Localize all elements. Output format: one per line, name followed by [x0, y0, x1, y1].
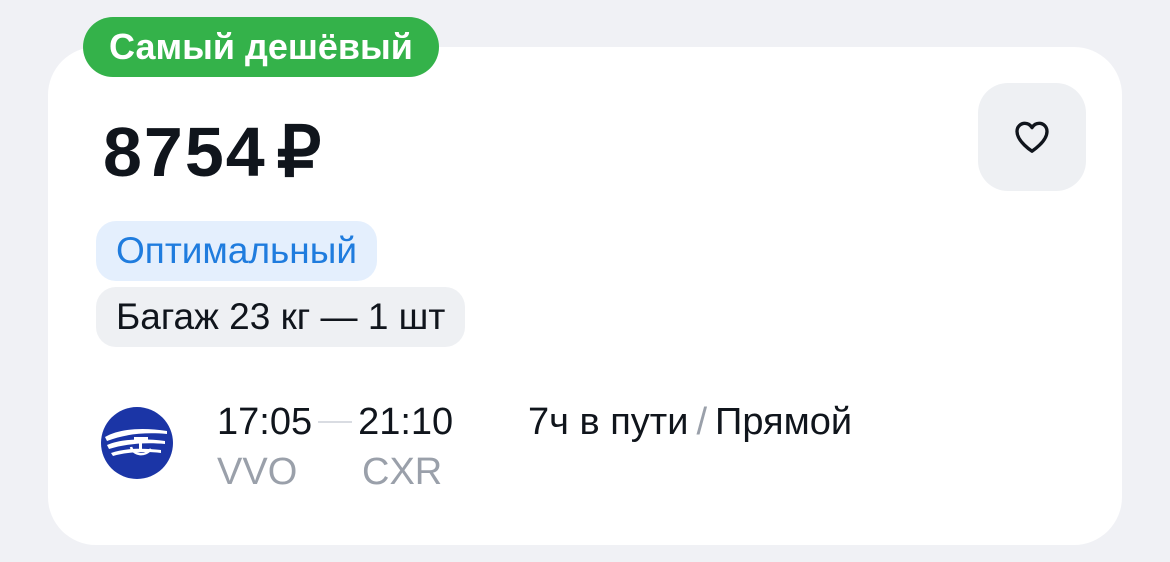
flight-times: 17:05 21:10 [217, 400, 453, 444]
time-divider [318, 421, 353, 423]
price-amount: 8754 [103, 113, 267, 191]
flight-duration: 7ч в пути [528, 401, 689, 443]
ticket-price: 8754 ₽ [103, 112, 321, 192]
departure-time: 17:05 [217, 400, 313, 443]
arrival-time: 21:10 [358, 400, 454, 443]
duration-separator: / [696, 401, 708, 443]
airline-logo-icon [101, 407, 173, 479]
favorite-button[interactable] [978, 83, 1086, 191]
baggage-tag: Багаж 23 кг — 1 шт [96, 287, 466, 347]
tariff-tag: Оптимальный [96, 221, 378, 281]
flight-stops: Прямой [715, 401, 853, 443]
flight-duration-info: 7ч в пути / Прямой [528, 400, 852, 444]
arrival-iata: CXR [362, 451, 443, 493]
cheapest-badge: Самый дешёвый [83, 17, 439, 77]
price-currency: ₽ [276, 113, 322, 191]
heart-outline-icon [1015, 121, 1049, 153]
departure-iata: VVO [217, 451, 298, 493]
